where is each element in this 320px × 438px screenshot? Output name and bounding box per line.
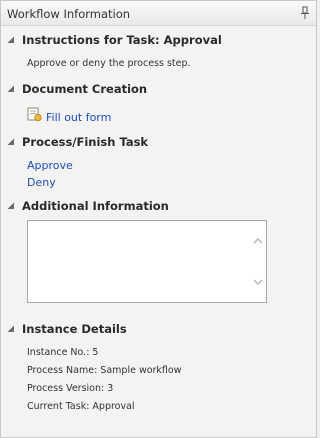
scroll-down-icon[interactable] [253, 279, 263, 286]
section-title-additional-information: Additional Information [22, 199, 169, 213]
deny-link[interactable]: Deny [27, 176, 56, 189]
section-header-instance-details[interactable]: Instance Details [1, 322, 301, 338]
instructions-text: Approve or deny the process step. [27, 58, 191, 69]
pin-icon[interactable] [300, 6, 310, 20]
section-title-document-creation: Document Creation [22, 82, 148, 96]
process-name: Process Name: Sample workflow [27, 365, 182, 376]
panel-titlebar: Workflow Information [1, 1, 316, 26]
textarea-scrollbar[interactable] [249, 221, 266, 302]
form-document-icon [27, 107, 42, 122]
section-header-process-finish[interactable]: Process/Finish Task [1, 135, 301, 151]
instance-number: Instance No.: 5 [27, 347, 99, 358]
collapse-triangle-icon[interactable] [7, 202, 15, 210]
section-header-document-creation[interactable]: Document Creation [1, 82, 301, 98]
scroll-up-icon[interactable] [253, 237, 263, 244]
additional-information-textarea[interactable] [27, 220, 267, 303]
panel-title: Workflow Information [7, 7, 131, 21]
collapse-triangle-icon[interactable] [7, 36, 15, 44]
approve-link[interactable]: Approve [27, 159, 73, 172]
current-task: Current Task: Approval [27, 401, 135, 412]
section-title-instance-details: Instance Details [22, 322, 127, 336]
process-version: Process Version: 3 [27, 383, 114, 394]
section-header-instructions[interactable]: Instructions for Task: Approval [1, 33, 301, 49]
section-title-instructions: Instructions for Task: Approval [22, 33, 222, 47]
collapse-triangle-icon[interactable] [7, 85, 15, 93]
collapse-triangle-icon[interactable] [7, 138, 15, 146]
section-header-additional-information[interactable]: Additional Information [1, 199, 301, 215]
workflow-information-panel: Workflow Information Instructions for Ta… [0, 0, 317, 438]
collapse-triangle-icon[interactable] [7, 325, 15, 333]
section-title-process-finish: Process/Finish Task [22, 135, 149, 149]
fill-out-form-link[interactable]: Fill out form [46, 111, 111, 124]
